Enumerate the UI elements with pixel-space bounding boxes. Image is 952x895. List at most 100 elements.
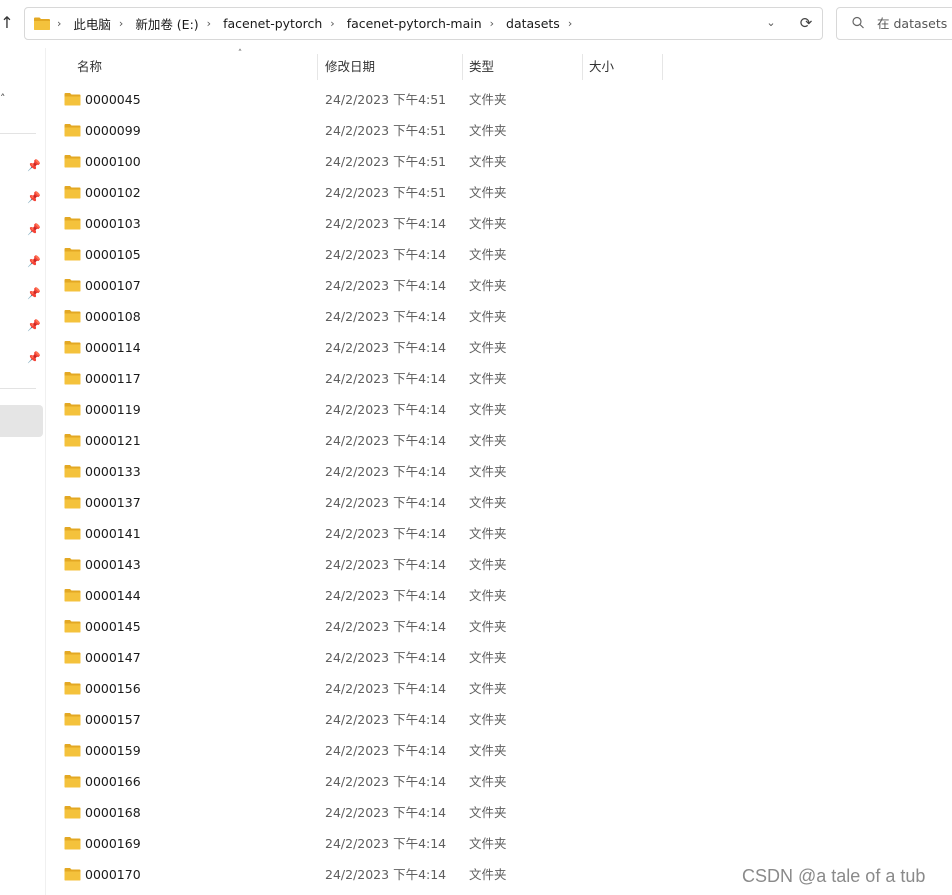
file-row[interactable]: 0000144 24/2/2023 下午4:14 文件夹 <box>46 580 952 611</box>
file-name[interactable]: 0000170 <box>85 859 141 890</box>
folder-icon <box>64 868 81 881</box>
file-type: 文件夹 <box>469 247 507 262</box>
column-name[interactable]: 名称 <box>77 52 102 82</box>
file-modified-date: 24/2/2023 下午4:14 <box>325 557 447 572</box>
chevron-right-icon[interactable]: › <box>330 17 334 30</box>
breadcrumb-item[interactable]: 此电脑 <box>73 14 111 33</box>
file-row[interactable]: 0000114 24/2/2023 下午4:14 文件夹 <box>46 332 952 363</box>
file-name[interactable]: 0000100 <box>85 146 141 177</box>
pin-icon[interactable]: 📌 <box>27 223 41 237</box>
file-row[interactable]: 0000169 24/2/2023 下午4:14 文件夹 <box>46 828 952 859</box>
file-row[interactable]: 0000133 24/2/2023 下午4:14 文件夹 <box>46 456 952 487</box>
file-name[interactable]: 0000166 <box>85 766 141 797</box>
file-modified-date: 24/2/2023 下午4:14 <box>325 247 447 262</box>
file-list: 0000045 24/2/2023 下午4:51 文件夹 0000099 24/2/20… <box>46 84 952 895</box>
folder-icon <box>64 589 81 602</box>
file-name[interactable]: 0000107 <box>85 270 141 301</box>
file-modified-date: 24/2/2023 下午4:51 <box>325 185 447 200</box>
file-modified-date: 24/2/2023 下午4:14 <box>325 805 447 820</box>
chevron-up-icon[interactable]: ˄ <box>0 92 10 106</box>
file-name[interactable]: 0000159 <box>85 735 141 766</box>
file-name[interactable]: 0000143 <box>85 549 141 580</box>
file-row[interactable]: 0000045 24/2/2023 下午4:51 文件夹 <box>46 84 952 115</box>
nav-item-selected[interactable] <box>0 405 43 437</box>
breadcrumb-item[interactable]: facenet-pytorch <box>223 16 322 31</box>
file-row[interactable]: 0000103 24/2/2023 下午4:14 文件夹 <box>46 208 952 239</box>
column-modified[interactable]: 修改日期 <box>325 52 375 82</box>
folder-icon <box>64 403 81 416</box>
file-name[interactable]: 0000045 <box>85 84 141 115</box>
file-row[interactable]: 0000166 24/2/2023 下午4:14 文件夹 <box>46 766 952 797</box>
file-row[interactable]: 0000108 24/2/2023 下午4:14 文件夹 <box>46 301 952 332</box>
file-name[interactable]: 0000119 <box>85 394 141 425</box>
address-toolbar: ↑ › 此电脑 › 新加卷 (E:) › facenet-pytorch › facenet-… <box>0 0 952 48</box>
chevron-right-icon[interactable]: › <box>207 17 211 30</box>
address-bar[interactable]: › 此电脑 › 新加卷 (E:) › facenet-pytorch › facenet-py… <box>24 7 823 40</box>
file-explorer-window: ↑ › 此电脑 › 新加卷 (E:) › facenet-pytorch › facenet-… <box>0 0 952 895</box>
file-type: 文件夹 <box>469 92 507 107</box>
file-name[interactable]: 0000157 <box>85 704 141 735</box>
file-row[interactable]: 0000156 24/2/2023 下午4:14 文件夹 <box>46 673 952 704</box>
file-name[interactable]: 0000102 <box>85 177 141 208</box>
file-row[interactable]: 0000141 24/2/2023 下午4:14 文件夹 <box>46 518 952 549</box>
file-row[interactable]: 0000105 24/2/2023 下午4:14 文件夹 <box>46 239 952 270</box>
chevron-right-icon[interactable]: › <box>119 17 123 30</box>
breadcrumb-item[interactable]: facenet-pytorch-main <box>347 16 482 31</box>
pin-icon[interactable]: 📌 <box>27 159 41 173</box>
file-name[interactable]: 0000133 <box>85 456 141 487</box>
column-divider[interactable] <box>462 54 463 80</box>
file-name[interactable]: 0000099 <box>85 115 141 146</box>
pin-icon[interactable]: 📌 <box>27 319 41 333</box>
file-row[interactable]: 0000102 24/2/2023 下午4:51 文件夹 <box>46 177 952 208</box>
file-row[interactable]: 0000121 24/2/2023 下午4:14 文件夹 <box>46 425 952 456</box>
column-divider[interactable] <box>582 54 583 80</box>
file-row[interactable]: 0000119 24/2/2023 下午4:14 文件夹 <box>46 394 952 425</box>
chevron-right-icon[interactable]: › <box>57 17 61 30</box>
search-box[interactable]: 在 datasets 中 <box>836 7 952 40</box>
file-modified-date: 24/2/2023 下午4:51 <box>325 123 447 138</box>
file-name[interactable]: 0000156 <box>85 673 141 704</box>
file-name[interactable]: 0000117 <box>85 363 141 394</box>
file-type: 文件夹 <box>469 712 507 727</box>
file-row[interactable]: 0000117 24/2/2023 下午4:14 文件夹 <box>46 363 952 394</box>
file-row[interactable]: 0000159 24/2/2023 下午4:14 文件夹 <box>46 735 952 766</box>
pin-icon[interactable]: 📌 <box>27 287 41 301</box>
file-row[interactable]: 0000107 24/2/2023 下午4:14 文件夹 <box>46 270 952 301</box>
file-name[interactable]: 0000103 <box>85 208 141 239</box>
column-type[interactable]: 类型 <box>469 52 494 82</box>
file-name[interactable]: 0000169 <box>85 828 141 859</box>
chevron-right-icon[interactable]: › <box>490 17 494 30</box>
column-divider[interactable] <box>317 54 318 80</box>
file-row[interactable]: 0000137 24/2/2023 下午4:14 文件夹 <box>46 487 952 518</box>
breadcrumb-item[interactable]: datasets <box>506 16 560 31</box>
chevron-down-icon[interactable]: ⌄ <box>764 16 778 30</box>
file-name[interactable]: 0000114 <box>85 332 141 363</box>
arrow-up-icon[interactable]: ↑ <box>0 12 14 34</box>
file-name[interactable]: 0000141 <box>85 518 141 549</box>
breadcrumb-item[interactable]: 新加卷 (E:) <box>135 14 198 33</box>
file-row[interactable]: 0000145 24/2/2023 下午4:14 文件夹 <box>46 611 952 642</box>
column-size[interactable]: 大小 <box>589 52 614 82</box>
file-row[interactable]: 0000099 24/2/2023 下午4:51 文件夹 <box>46 115 952 146</box>
refresh-icon[interactable]: ⟳ <box>798 15 814 31</box>
file-name[interactable]: 0000144 <box>85 580 141 611</box>
file-row[interactable]: 0000143 24/2/2023 下午4:14 文件夹 <box>46 549 952 580</box>
file-row[interactable]: 0000100 24/2/2023 下午4:51 文件夹 <box>46 146 952 177</box>
file-row[interactable]: 0000157 24/2/2023 下午4:14 文件夹 <box>46 704 952 735</box>
folder-icon <box>64 527 81 540</box>
column-divider[interactable] <box>662 54 663 80</box>
file-row[interactable]: 0000168 24/2/2023 下午4:14 文件夹 <box>46 797 952 828</box>
file-name[interactable]: 0000105 <box>85 239 141 270</box>
file-name[interactable]: 0000137 <box>85 487 141 518</box>
chevron-right-icon[interactable]: › <box>568 17 572 30</box>
file-name[interactable]: 0000121 <box>85 425 141 456</box>
file-name[interactable]: 0000168 <box>85 797 141 828</box>
pin-icon[interactable]: 📌 <box>27 255 41 269</box>
file-row[interactable]: 0000147 24/2/2023 下午4:14 文件夹 <box>46 642 952 673</box>
file-name[interactable]: 0000147 <box>85 642 141 673</box>
file-type: 文件夹 <box>469 371 507 386</box>
pin-icon[interactable]: 📌 <box>27 351 41 365</box>
file-name[interactable]: 0000145 <box>85 611 141 642</box>
file-name[interactable]: 0000108 <box>85 301 141 332</box>
pin-icon[interactable]: 📌 <box>27 191 41 205</box>
